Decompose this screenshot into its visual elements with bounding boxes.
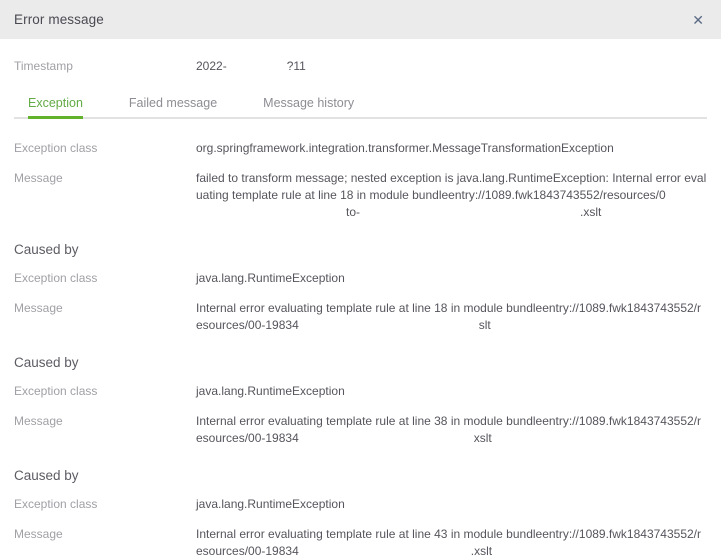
exception-class-label: Exception class: [14, 141, 98, 155]
caused-by-heading-1: Caused by: [14, 242, 79, 257]
tab-message-history[interactable]: Message history: [263, 92, 354, 117]
caused-by-3-class-value: java.lang.RuntimeException: [196, 497, 345, 511]
exception-message-part1: failed to transform message; nested exce…: [196, 171, 707, 202]
caused-by-2-message-redacted: [298, 430, 474, 447]
caused-by-2-message-row: Message Internal error evaluating templa…: [14, 400, 707, 447]
caused-by-section-3: Caused by Exception class java.lang.Runt…: [14, 447, 707, 560]
caused-by-2-class-value: java.lang.RuntimeException: [196, 384, 345, 398]
caused-by-1-class-value: java.lang.RuntimeException: [196, 271, 345, 285]
caused-by-2-message-label: Message: [14, 414, 63, 428]
caused-by-2-message-part2: xslt: [473, 431, 492, 445]
close-icon[interactable]: ✕: [689, 11, 707, 29]
tab-failed-message[interactable]: Failed message: [129, 92, 217, 117]
exception-message-label: Message: [14, 171, 63, 185]
error-message-dialog: Error message ✕ Timestamp 2022- ?11 Exce…: [0, 0, 721, 560]
caused-by-1-class-label: Exception class: [14, 271, 98, 285]
exception-message-redacted-b: [360, 204, 581, 221]
caused-by-3-message-row: Message Internal error evaluating templa…: [14, 513, 707, 560]
timestamp-row: Timestamp 2022- ?11: [14, 39, 707, 75]
exception-message-value: failed to transform message; nested exce…: [196, 170, 707, 221]
timestamp-value-end: ?11: [286, 59, 306, 73]
dialog-title: Error message: [14, 12, 104, 27]
caused-by-1-message-label: Message: [14, 301, 63, 315]
caused-by-1-message-row: Message Internal error evaluating templa…: [14, 287, 707, 334]
caused-by-section-1: Caused by Exception class java.lang.Runt…: [14, 221, 707, 334]
exception-message-part2: to-: [346, 205, 361, 219]
dialog-header: Error message ✕: [0, 0, 721, 39]
timestamp-label: Timestamp: [14, 59, 73, 73]
caused-by-1-class-row: Exception class java.lang.RuntimeExcepti…: [14, 257, 707, 287]
timestamp-value-start: 2022-: [196, 59, 227, 73]
exception-message-row: Message failed to transform message; nes…: [14, 157, 707, 221]
caused-by-3-message-redacted: [298, 543, 471, 560]
exception-message-part3: .xslt: [580, 205, 602, 219]
caused-by-section-2: Caused by Exception class java.lang.Runt…: [14, 334, 707, 447]
caused-by-2-class-row: Exception class java.lang.RuntimeExcepti…: [14, 370, 707, 400]
caused-by-3-class-row: Exception class java.lang.RuntimeExcepti…: [14, 483, 707, 513]
exception-class-row: Exception class org.springframework.inte…: [14, 119, 707, 157]
timestamp-value-redacted: [226, 58, 287, 75]
caused-by-heading-2: Caused by: [14, 355, 79, 370]
caused-by-1-message-part2: slt: [478, 318, 491, 332]
caused-by-heading-3: Caused by: [14, 468, 79, 483]
caused-by-1-message-value: Internal error evaluating template rule …: [196, 300, 707, 334]
tab-bar: Exception Failed message Message history: [14, 92, 707, 119]
caused-by-2-class-label: Exception class: [14, 384, 98, 398]
caused-by-3-message-label: Message: [14, 527, 63, 541]
caused-by-2-message-value: Internal error evaluating template rule …: [196, 413, 707, 447]
timestamp-value: 2022- ?11: [196, 58, 707, 75]
dialog-body: Timestamp 2022- ?11 Exception Failed mes…: [0, 39, 721, 560]
exception-message-redacted-a: [196, 204, 346, 221]
exception-class-value: org.springframework.integration.transfor…: [196, 141, 614, 155]
caused-by-3-class-label: Exception class: [14, 497, 98, 511]
tab-exception[interactable]: Exception: [28, 92, 83, 119]
caused-by-1-message-redacted: [298, 317, 479, 334]
caused-by-3-message-part2: .xslt: [470, 544, 493, 558]
exception-section-root: Exception class org.springframework.inte…: [14, 119, 707, 221]
